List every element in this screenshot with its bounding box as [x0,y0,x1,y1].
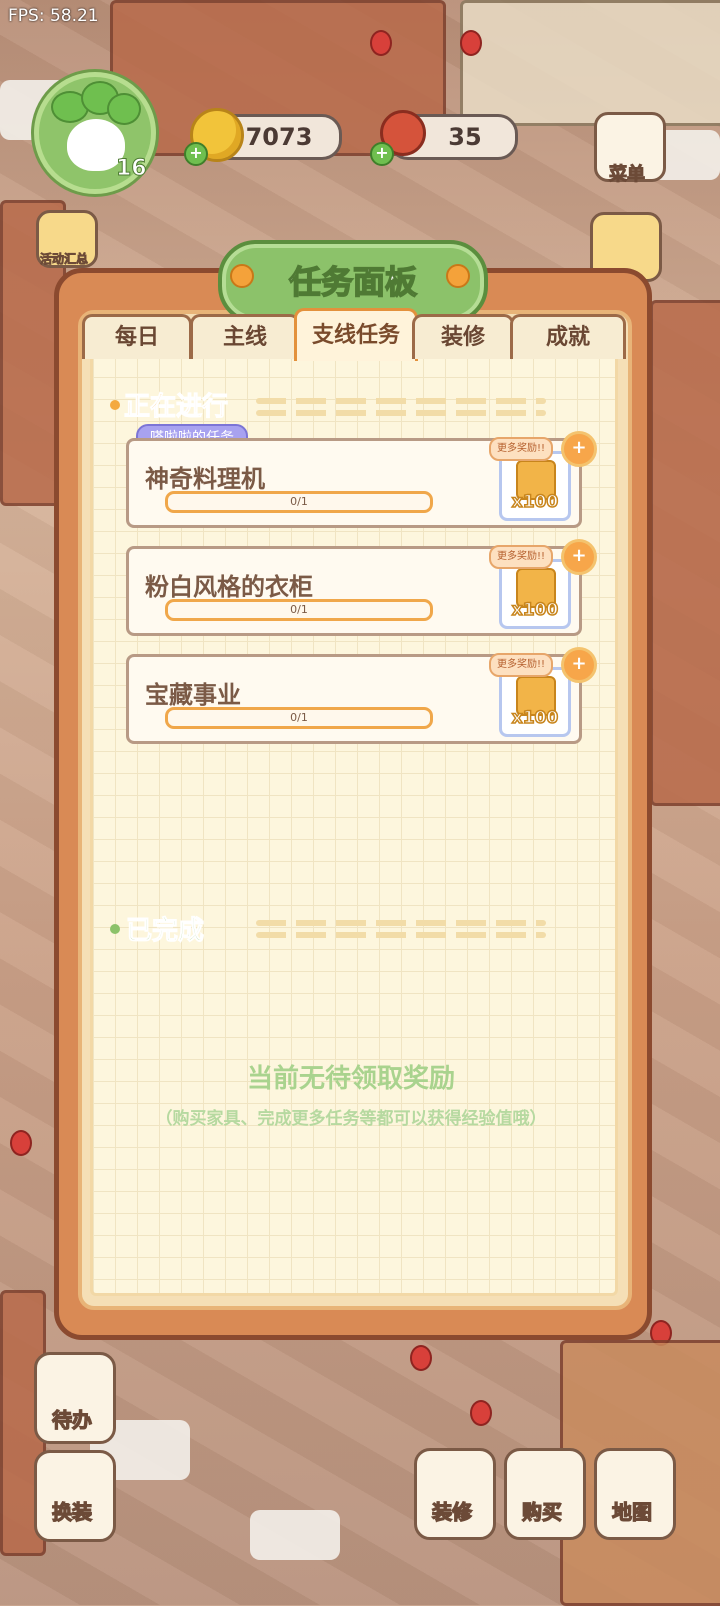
map-label: 地图 [611,1499,652,1524]
decorate-label: 装修 [431,1499,472,1524]
reward-quantity: x100 [511,599,559,621]
section-divider [256,410,546,416]
reward-quantity: x100 [511,491,559,513]
more-rewards-tag: 更多奖励!! [489,437,554,461]
snow-patch [250,1510,340,1560]
lantern-decoration [470,1400,492,1426]
activity-summary-label: 活动汇总 [39,252,89,267]
task-name: 粉白风格的衣柜 [145,573,313,601]
section-divider [256,920,546,926]
reward-box[interactable]: x100 [499,451,571,521]
tab-daily[interactable]: 每日 [82,314,192,359]
title-dot-icon [230,264,254,288]
more-rewards-tag: 更多奖励!! [489,545,554,569]
task-progress-text: 0/1 [290,711,308,724]
tab-decoration[interactable]: 装修 [412,314,514,359]
completed-title: 已完成 [125,916,205,947]
task-progress-bar: 0/1 [165,491,433,513]
player-level: 16 [116,156,148,182]
task-card[interactable]: 神奇料理机 0/1 x100 更多奖励!! + [126,431,597,528]
section-divider [256,932,546,938]
map-button[interactable] [594,1448,676,1540]
section-bullet [110,400,120,410]
add-meat-button[interactable]: + [370,142,394,166]
meat-amount: 35 [448,123,482,151]
dress-up-label: 换装 [51,1499,92,1524]
decorate-button[interactable] [414,1448,496,1540]
add-coins-button[interactable]: + [184,142,208,166]
buy-button[interactable] [504,1448,586,1540]
tab-side-quests[interactable]: 支线任务 [294,308,418,361]
leaf-decoration [107,93,141,125]
tab-label: 装修 [440,325,485,350]
lantern-decoration [10,1130,32,1156]
more-rewards-plus-icon[interactable]: + [561,539,597,575]
tab-achievements[interactable]: 成就 [510,314,626,359]
tab-label: 支线任务 [311,323,400,348]
reward-box[interactable]: x100 [499,559,571,629]
task-progress-bar: 0/1 [165,707,433,729]
shop-building [460,0,720,126]
lantern-decoration [370,30,392,56]
task-card[interactable]: 粉白风格的衣柜 0/1 x100 更多奖励!! + [126,539,597,636]
more-rewards-plus-icon[interactable]: + [561,647,597,683]
title-dot-icon [446,264,470,288]
lantern-decoration [460,30,482,56]
task-progress-text: 0/1 [290,603,308,616]
in-progress-title: 正在进行 [123,392,229,423]
task-name: 宝藏事业 [145,681,241,709]
menu-label: 菜单 [609,164,646,186]
section-divider [256,398,546,404]
empty-rewards-subtitle: （购买家具、完成更多任务等都可以获得经验值哦） [155,1109,547,1129]
empty-rewards-title: 当前无待领取奖励 [246,1064,455,1094]
task-progress-text: 0/1 [290,495,308,508]
task-progress-bar: 0/1 [165,599,433,621]
reward-box[interactable]: x100 [499,667,571,737]
fps-counter: FPS: 58.21 [8,6,99,26]
tab-label: 每日 [114,325,159,350]
tab-label: 主线 [222,325,267,350]
more-rewards-tag: 更多奖励!! [489,653,554,677]
buy-label: 购买 [521,1499,562,1524]
lantern-decoration [410,1345,432,1371]
reward-quantity: x100 [511,707,559,729]
task-name: 神奇料理机 [145,465,265,493]
todo-label: 待办 [51,1407,92,1432]
tab-label: 成就 [545,325,590,350]
section-bullet [110,924,120,934]
building [650,300,720,806]
more-rewards-plus-icon[interactable]: + [561,431,597,467]
task-card[interactable]: 宝藏事业 0/1 x100 更多奖励!! + [126,647,597,744]
tab-main[interactable]: 主线 [190,314,300,359]
